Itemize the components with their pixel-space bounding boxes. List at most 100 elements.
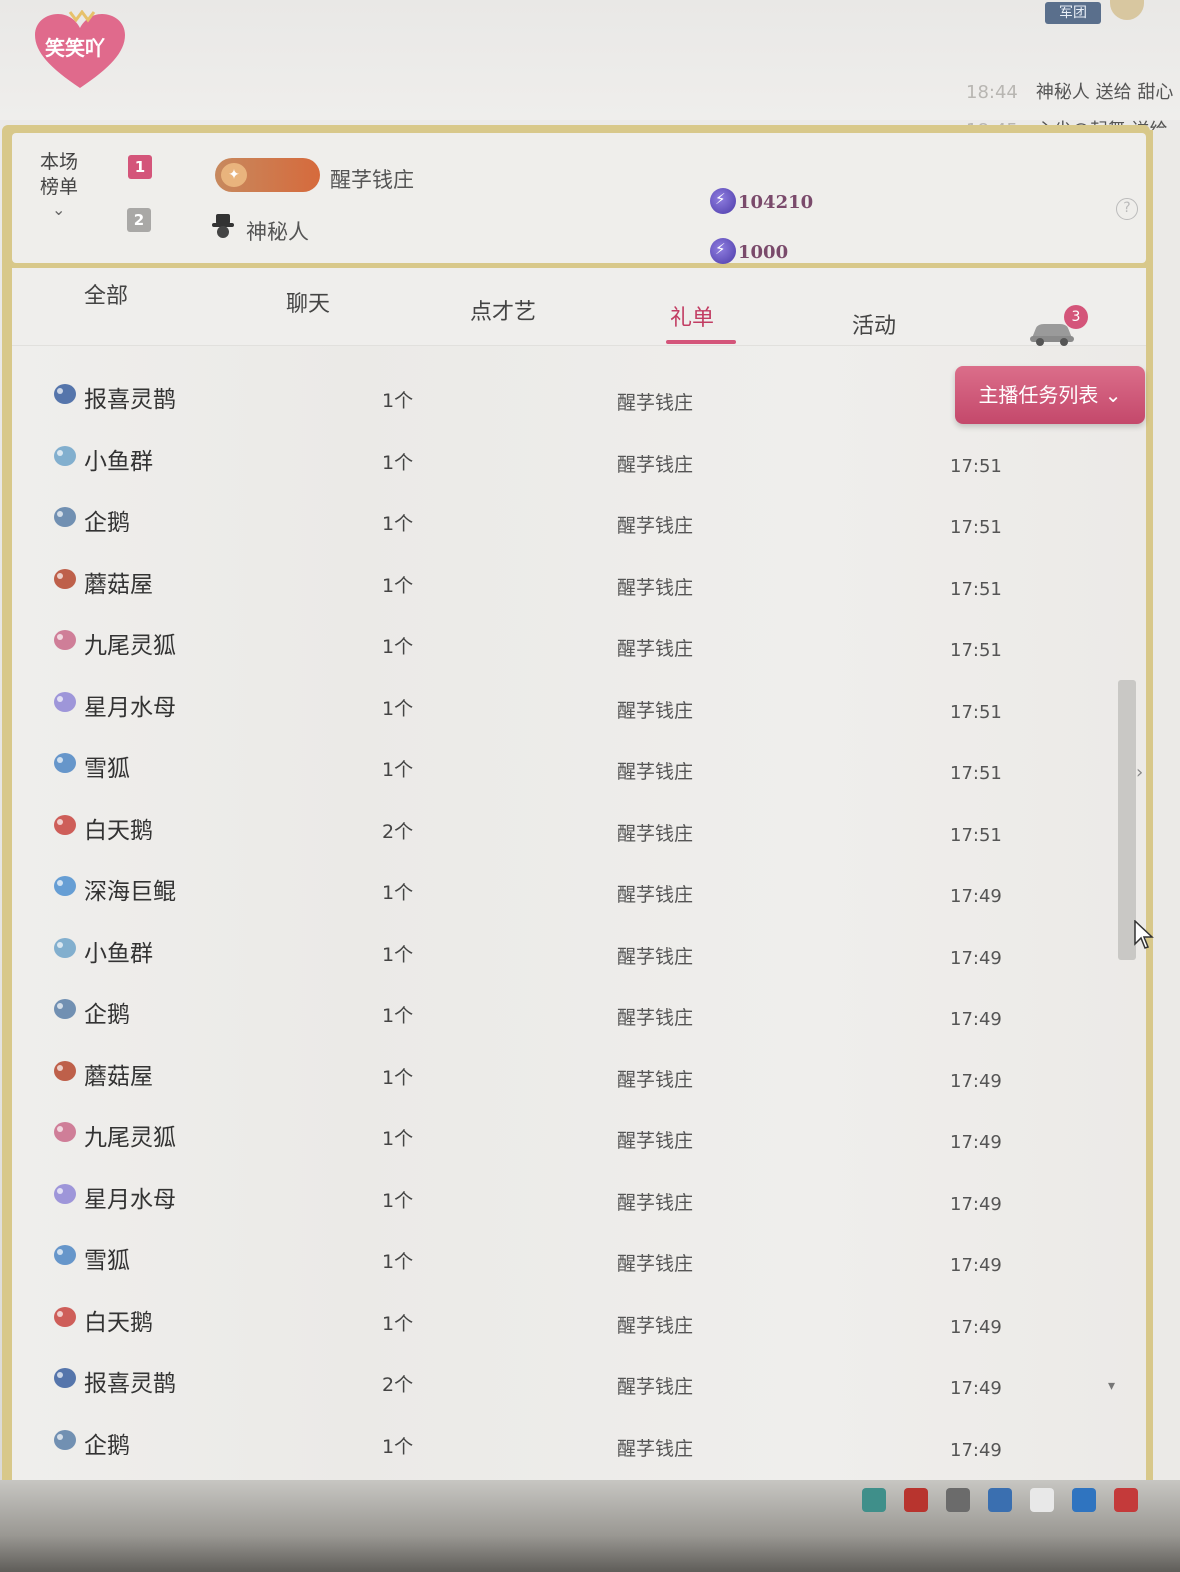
jellyfish-icon [48, 1178, 82, 1208]
gift-count: 1个 [382, 882, 414, 904]
tray-icon[interactable] [988, 1488, 1012, 1512]
gift-sender[interactable]: 醒芓钱庄 [617, 1188, 693, 1215]
gift-sender[interactable]: 醒芓钱庄 [617, 1372, 693, 1399]
gift-count: 1个 [382, 390, 414, 412]
chevron-down-icon[interactable]: ⌄ [52, 200, 65, 219]
level-badge: ✦ [215, 158, 320, 192]
gift-time: 17:49 [950, 1009, 1002, 1030]
chevron-right-icon[interactable]: › [1136, 762, 1143, 783]
gift-sender[interactable]: 醒芓钱庄 [617, 511, 693, 538]
logo-text: 笑笑吖 [45, 36, 105, 60]
gift-name: 报喜灵鹊 [84, 1371, 176, 1397]
tray-icon[interactable] [1072, 1488, 1096, 1512]
gift-sender[interactable]: 醒芓钱庄 [617, 1249, 693, 1276]
gift-count: 1个 [382, 1128, 414, 1150]
gift-time: 17:51 [950, 701, 1002, 723]
list-item: 企鹅 1个 醒芓钱庄 17:51 [12, 487, 1146, 547]
gift-sender[interactable]: 醒芓钱庄 [617, 1065, 693, 1092]
list-item: 白天鹅 1个 醒芓钱庄 17:49 [12, 1287, 1146, 1347]
tab-gift-list[interactable]: 礼单 [670, 300, 714, 332]
penguin-icon [48, 1424, 82, 1454]
list-item: 报喜灵鹊 2个 醒芓钱庄 17:49 [12, 1348, 1146, 1408]
gift-time: 17:49 [950, 1070, 1002, 1092]
gift-name: 雪狐 [84, 756, 130, 782]
tray-icon[interactable] [1114, 1488, 1138, 1512]
tab-bar [12, 268, 1146, 346]
gift-count: 1个 [382, 513, 414, 535]
right-side-panel [1150, 130, 1180, 1500]
gift-name: 小鱼群 [84, 940, 153, 967]
gift-sender[interactable]: 醒芓钱庄 [617, 880, 693, 907]
gift-sender[interactable]: 醒芓钱庄 [617, 573, 693, 600]
gift-sender[interactable]: 醒芓钱庄 [617, 819, 693, 846]
gift-sender[interactable]: 醒芓钱庄 [617, 450, 693, 477]
gift-count: 1个 [382, 1312, 414, 1335]
scroll-down-icon[interactable]: ▾ [1108, 1378, 1115, 1394]
lightning-icon [710, 238, 736, 264]
gift-count: 1个 [382, 636, 414, 658]
gift-sender[interactable]: 醒芓钱庄 [617, 942, 693, 969]
tray-icons [862, 1488, 1138, 1512]
swan-icon [48, 1301, 82, 1331]
rank-user-name[interactable]: 醒芓钱庄 [330, 164, 414, 194]
gift-sender[interactable]: 醒芓钱庄 [617, 1311, 693, 1338]
gift-sender[interactable]: 醒芓钱庄 [617, 757, 693, 784]
gift-sender[interactable]: 醒芓钱庄 [617, 634, 693, 661]
gift-sender[interactable]: 醒芓钱庄 [617, 388, 693, 415]
legion-badge[interactable]: 军团 [1045, 2, 1101, 24]
scrollbar[interactable] [1118, 680, 1136, 960]
gift-time: 17:49 [950, 1255, 1002, 1276]
tab-chat[interactable]: 聊天 [286, 286, 330, 318]
anchor-task-list-button[interactable]: 主播任务列表 ⌄ [955, 366, 1145, 424]
rank-score: 104210 [738, 192, 814, 213]
gift-time: 17:49 [950, 886, 1002, 907]
gift-count: 1个 [382, 943, 414, 966]
fish-school-icon [48, 932, 82, 962]
tab-all[interactable]: 全部 [84, 278, 128, 310]
tab-activity[interactable]: 活动 [852, 308, 896, 340]
gift-name: 小鱼群 [84, 448, 153, 475]
gift-sender[interactable]: 醒芓钱庄 [617, 1126, 693, 1153]
gift-count: 1个 [382, 451, 414, 474]
rank-label[interactable]: 本场榜单 [40, 150, 90, 200]
gift-name: 九尾灵狐 [84, 1125, 176, 1151]
penguin-icon [48, 993, 82, 1023]
gift-count: 1个 [382, 574, 414, 597]
list-item: 企鹅 1个 醒芓钱庄 17:49 [12, 979, 1146, 1039]
gift-name: 深海巨鲲 [84, 879, 176, 905]
tray-icon[interactable] [862, 1488, 886, 1512]
list-item: 蘑菇屋 1个 醒芓钱庄 17:49 [12, 1041, 1146, 1101]
gift-count: 1个 [382, 1005, 414, 1027]
tab-talent[interactable]: 点才艺 [470, 294, 536, 326]
gift-sender[interactable]: 醒芓钱庄 [617, 1003, 693, 1030]
shield-icon[interactable] [904, 1488, 928, 1512]
tray-icon[interactable] [1030, 1488, 1054, 1512]
help-icon[interactable]: ? [1116, 198, 1138, 220]
list-item: 雪狐 1个 醒芓钱庄 17:51 [12, 733, 1146, 793]
gift-time: 17:51 [950, 824, 1002, 846]
mushroom-house-icon [48, 563, 82, 593]
gift-time: 17:51 [950, 763, 1002, 784]
swan-icon [48, 809, 82, 839]
mushroom-house-icon [48, 1055, 82, 1085]
list-item: 雪狐 1个 醒芓钱庄 17:49 [12, 1225, 1146, 1285]
rank-user-name[interactable]: 神秘人 [246, 216, 309, 246]
gift-name: 报喜灵鹊 [84, 387, 176, 413]
gift-time: 17:49 [950, 947, 1002, 969]
tray-icon[interactable] [946, 1488, 970, 1512]
gift-time: 17:51 [950, 455, 1002, 477]
gift-time: 17:51 [950, 517, 1002, 538]
gift-count: 1个 [382, 759, 414, 781]
gift-sender[interactable]: 醒芓钱庄 [617, 1434, 693, 1461]
gift-count: 1个 [382, 1189, 414, 1212]
gift-time: 17:49 [950, 1378, 1002, 1399]
mystery-user-icon [212, 214, 234, 238]
gift-count: 2个 [382, 820, 414, 843]
gift-count: 1个 [382, 697, 414, 720]
gift-sender[interactable]: 醒芓钱庄 [617, 696, 693, 723]
list-item: 星月水母 1个 醒芓钱庄 17:49 [12, 1164, 1146, 1224]
list-item: 九尾灵狐 1个 醒芓钱庄 17:49 [12, 1102, 1146, 1162]
rank-number: 2 [127, 208, 151, 232]
gift-count: 1个 [382, 1066, 414, 1089]
avatar[interactable] [1110, 0, 1144, 20]
